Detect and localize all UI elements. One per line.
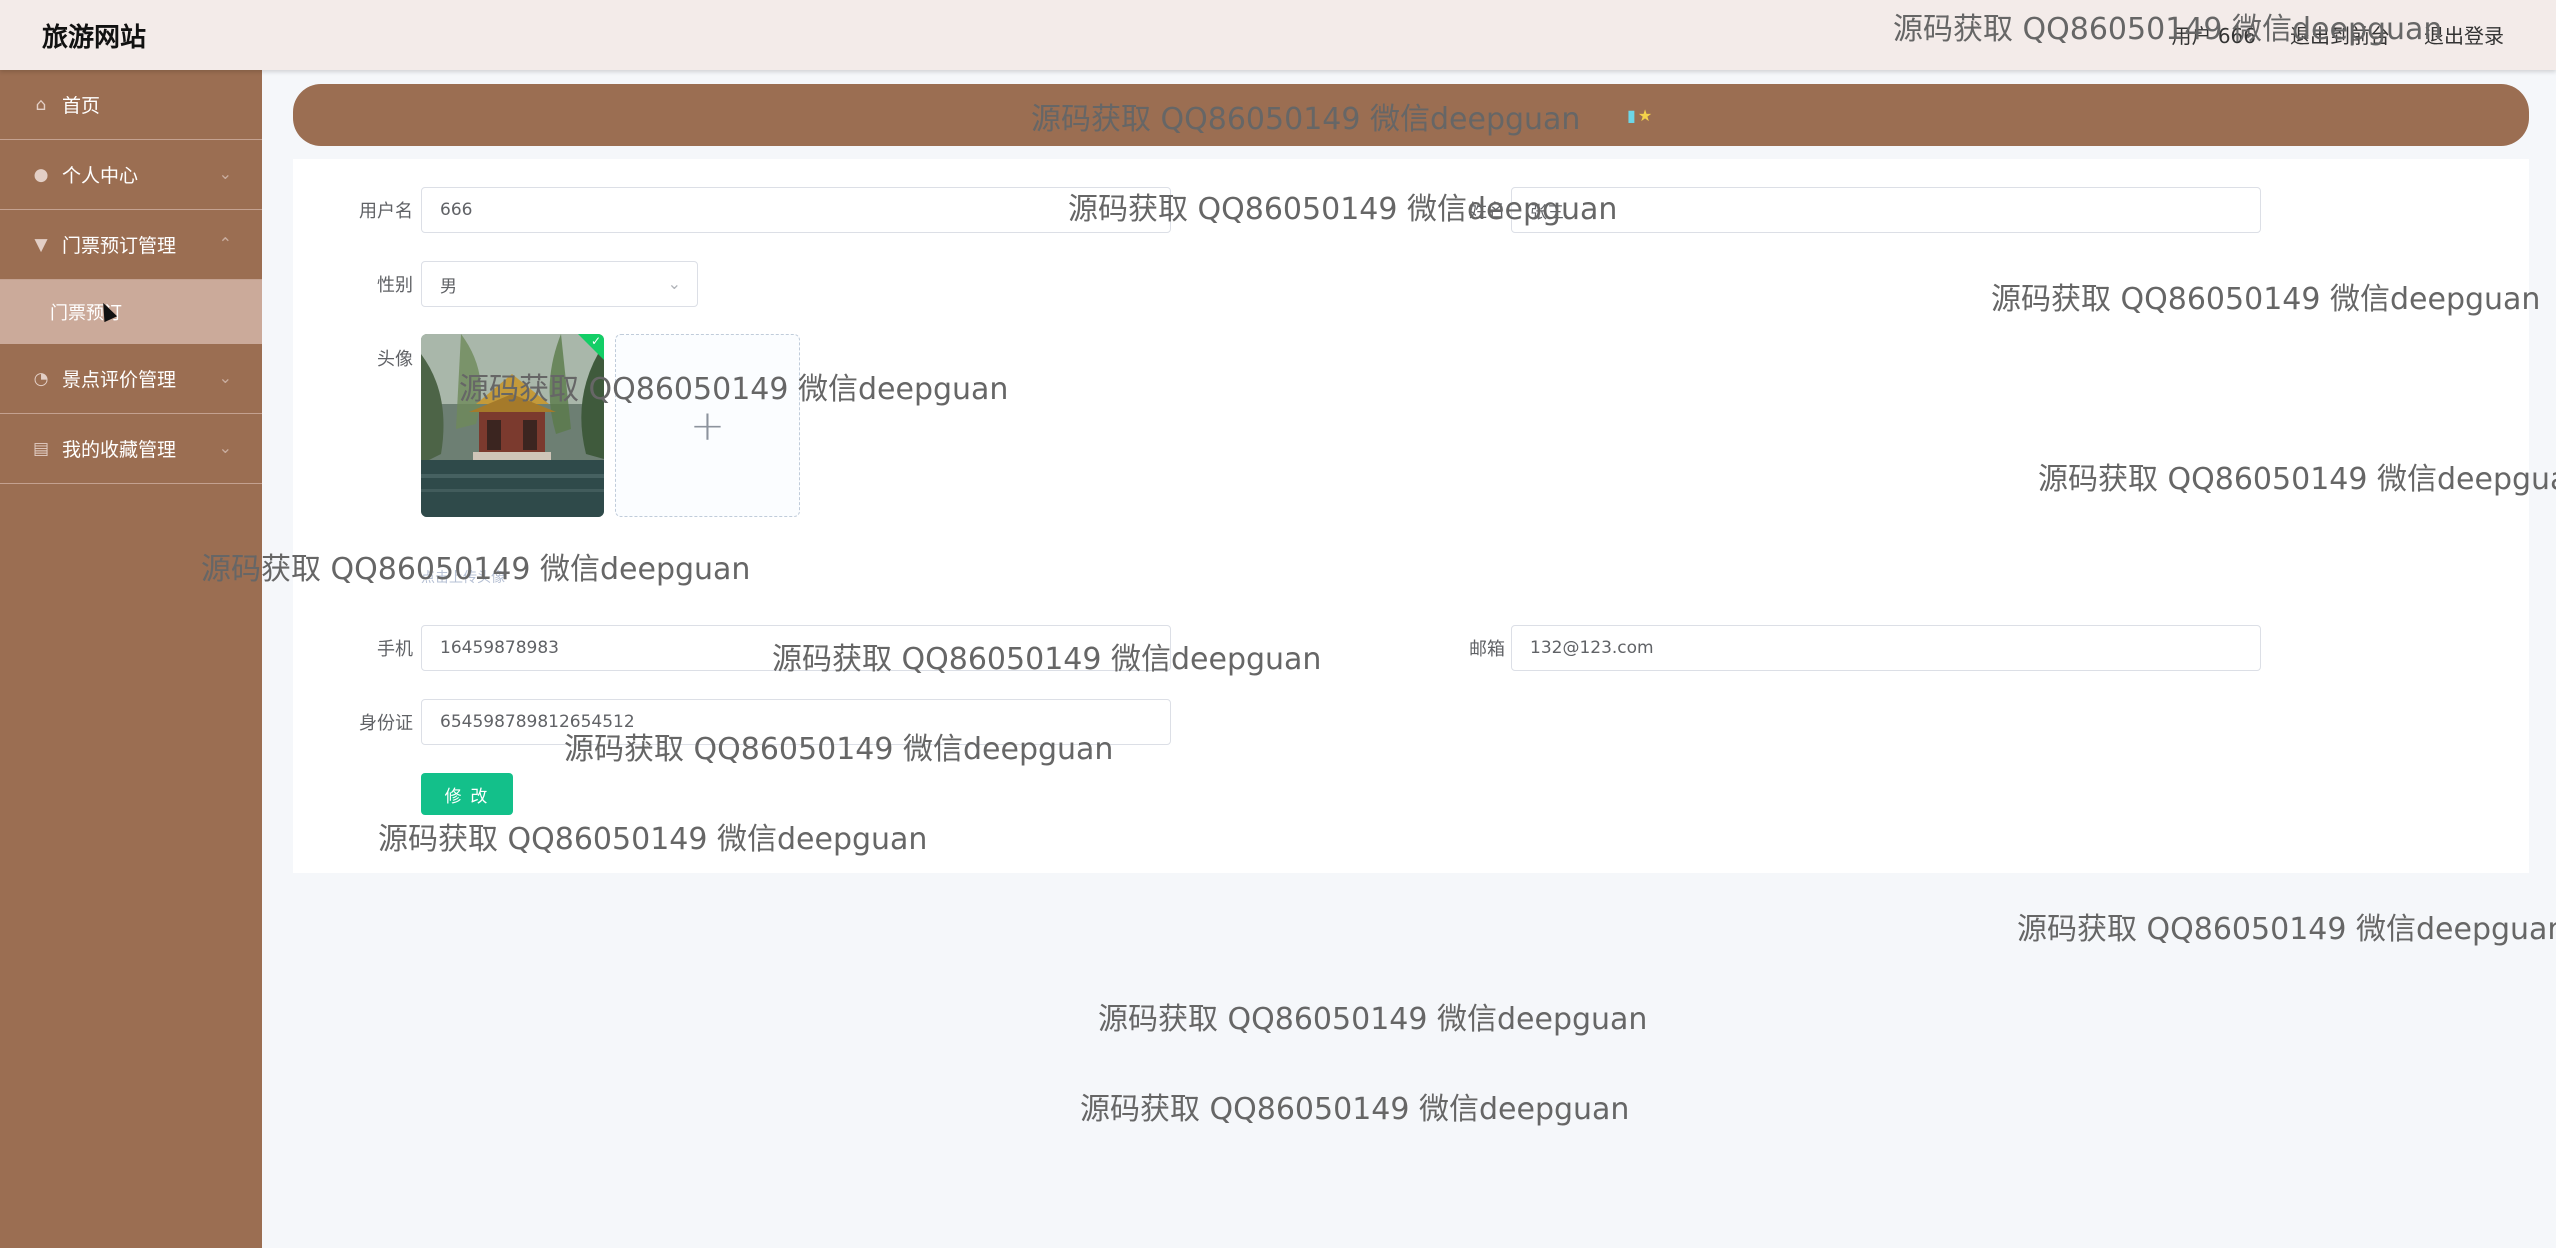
site-title: 旅游网站 [42, 23, 147, 53]
profile-form: 用户名 666 姓名 张三 性别 男 ⌄ 头像 ✓ + 点击上传头像 手机 16… [293, 159, 2529, 873]
sidebar-item-label: 首页 [62, 95, 101, 117]
sidebar-item-favorite-management[interactable]: ▤ 我的收藏管理 ⌄ [0, 414, 262, 484]
user-icon: ● [33, 164, 49, 185]
gender-label: 性别 [377, 275, 413, 296]
watermark-text: 源码获取 QQ86050149 微信deepguan [1098, 1002, 1648, 1037]
sidebar-subitem-ticket-booking[interactable]: 门票预订 [0, 280, 262, 344]
submit-button[interactable]: 修 改 [421, 773, 513, 815]
top-header: 旅游网站 用户 666 退出到前台 退出登录 [0, 0, 2556, 70]
current-user-label: 用户 666 [2171, 24, 2256, 48]
chevron-down-icon: ⌄ [218, 438, 232, 457]
gender-value: 男 [440, 276, 457, 297]
watermark-text: 源码获取 QQ86050149 微信deepguan [1080, 1092, 1630, 1127]
sidebar-item-label: 门票预订管理 [62, 235, 177, 257]
name-field[interactable]: 张三 [1511, 187, 2261, 233]
avatar-upload-button[interactable]: + [615, 334, 800, 517]
sidebar-item-profile[interactable]: ● 个人中心 ⌄ [0, 140, 262, 210]
banner-logo-icon: ▮ ★ [1627, 106, 1653, 125]
name-label: 姓名 [1469, 201, 1505, 222]
chevron-down-icon: ⌄ [218, 164, 232, 183]
header-actions: 用户 666 退出到前台 退出登录 [2171, 20, 2504, 49]
home-icon: ⌂ [35, 94, 47, 115]
phone-field[interactable]: 16459878983 [421, 625, 1171, 671]
check-icon: ✓ [590, 334, 601, 348]
upload-tip: 点击上传头像 [421, 570, 505, 586]
chevron-down-icon: ⌄ [667, 274, 681, 293]
idcard-label: 身份证 [359, 713, 413, 734]
chevron-down-icon: ⌄ [218, 368, 232, 387]
email-value: 132@123.com [1530, 638, 1654, 658]
username-value: 666 [440, 200, 473, 220]
page-banner: ▮ ★ [293, 84, 2529, 146]
sidebar-item-home[interactable]: ⌂ 首页 [0, 70, 262, 140]
sidebar-menu: ⌂ 首页 ● 个人中心 ⌄ ▼ 门票预订管理 ⌃ 门票预订 ◔ 景点评价管理 ⌄… [0, 70, 262, 1248]
sidebar-item-ticket-management[interactable]: ▼ 门票预订管理 ⌃ [0, 210, 262, 280]
gender-select[interactable]: 男 ⌄ [421, 261, 698, 307]
username-label: 用户名 [359, 201, 413, 222]
logout-link[interactable]: 退出登录 [2424, 20, 2504, 49]
username-field[interactable]: 666 [421, 187, 1171, 233]
idcard-value: 654598789812654512 [440, 712, 635, 732]
sidebar-item-label: 景点评价管理 [62, 369, 177, 391]
email-field[interactable]: 132@123.com [1511, 625, 2261, 671]
favorite-icon: ▤ [32, 438, 50, 459]
name-value: 张三 [1530, 202, 1564, 223]
sidebar-item-label: 我的收藏管理 [62, 439, 177, 461]
avatar-label: 头像 [377, 349, 413, 370]
chevron-up-icon: ⌃ [218, 234, 232, 253]
sidebar-item-label: 个人中心 [62, 165, 139, 187]
watermark-text: 源码获取 QQ86050149 微信deepguan [2017, 912, 2556, 947]
idcard-field[interactable]: 654598789812654512 [421, 699, 1171, 745]
sidebar-item-review-management[interactable]: ◔ 景点评价管理 ⌄ [0, 344, 262, 414]
plus-icon: + [689, 401, 726, 450]
back-to-frontend-link[interactable]: 退出到前台 [2290, 20, 2390, 49]
email-label: 邮箱 [1469, 639, 1505, 660]
phone-value: 16459878983 [440, 638, 559, 658]
phone-label: 手机 [377, 639, 413, 660]
comment-icon: ◔ [33, 368, 49, 389]
avatar-image[interactable]: ✓ [421, 334, 604, 517]
ticket-icon: ▼ [34, 234, 48, 255]
pavilion-photo [421, 334, 604, 517]
